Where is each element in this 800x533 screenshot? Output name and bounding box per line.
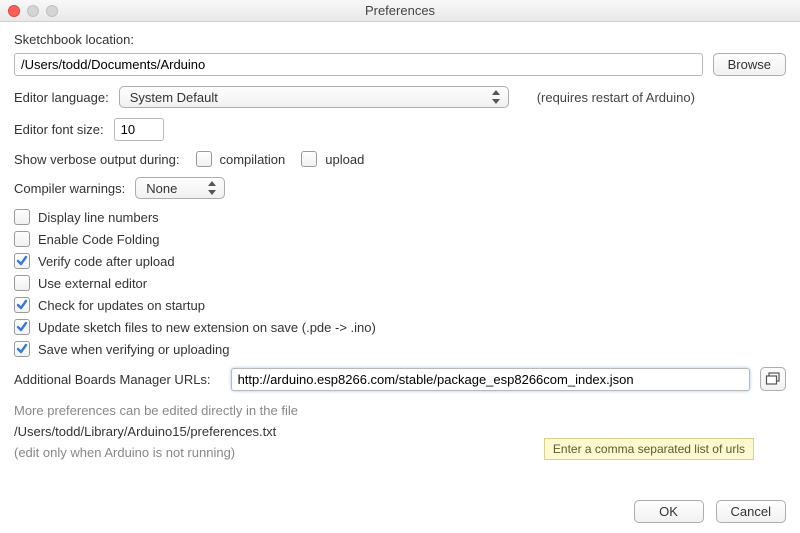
option-label: Update sketch files to new extension on …	[38, 320, 376, 335]
font-size-input[interactable]	[114, 118, 164, 141]
editor-language-selected: System Default	[130, 90, 218, 105]
editor-language-select[interactable]: System Default	[119, 86, 509, 108]
browse-button[interactable]: Browse	[713, 53, 786, 76]
sketchbook-location-input[interactable]	[14, 53, 703, 76]
option-checkbox[interactable]	[14, 231, 30, 247]
minimize-window-button	[27, 5, 39, 17]
zoom-window-button	[46, 5, 58, 17]
option-row: Display line numbers	[14, 209, 786, 225]
option-checkbox[interactable]	[14, 319, 30, 335]
boards-urls-input[interactable]	[231, 368, 750, 391]
option-label: Enable Code Folding	[38, 232, 159, 247]
option-row: Enable Code Folding	[14, 231, 786, 247]
boards-urls-expand-button[interactable]	[760, 367, 786, 391]
option-label: Save when verifying or uploading	[38, 342, 230, 357]
window-title: Preferences	[0, 3, 800, 18]
option-checkbox[interactable]	[14, 275, 30, 291]
font-size-label: Editor font size:	[14, 122, 104, 137]
option-label: Check for updates on startup	[38, 298, 205, 313]
compiler-warnings-selected: None	[146, 181, 177, 196]
verbose-label: Show verbose output during:	[14, 152, 180, 167]
ok-button[interactable]: OK	[634, 500, 704, 523]
option-label: Verify code after upload	[38, 254, 175, 269]
option-label: Display line numbers	[38, 210, 159, 225]
option-row: Use external editor	[14, 275, 786, 291]
compiler-warnings-select[interactable]: None	[135, 177, 225, 199]
option-row: Verify code after upload	[14, 253, 786, 269]
traffic-lights	[8, 5, 58, 17]
verbose-compilation-label: compilation	[220, 152, 286, 167]
cancel-button[interactable]: Cancel	[716, 500, 786, 523]
option-row: Save when verifying or uploading	[14, 341, 786, 357]
editor-language-hint: (requires restart of Arduino)	[537, 90, 695, 105]
window-stack-icon	[765, 372, 781, 386]
close-window-button[interactable]	[8, 5, 20, 17]
boards-urls-label: Additional Boards Manager URLs:	[14, 372, 211, 387]
option-row: Update sketch files to new extension on …	[14, 319, 786, 335]
verbose-compilation-checkbox[interactable]	[196, 151, 212, 167]
option-checkbox[interactable]	[14, 341, 30, 357]
option-label: Use external editor	[38, 276, 147, 291]
more-prefs-line1: More preferences can be edited directly …	[14, 401, 786, 422]
option-checkbox[interactable]	[14, 253, 30, 269]
option-checkbox[interactable]	[14, 209, 30, 225]
updown-icon	[206, 180, 218, 196]
compiler-warnings-label: Compiler warnings:	[14, 181, 125, 196]
editor-language-label: Editor language:	[14, 90, 109, 105]
updown-icon	[490, 89, 502, 105]
verbose-upload-label: upload	[325, 152, 364, 167]
boards-urls-tooltip: Enter a comma separated list of urls	[544, 438, 754, 460]
verbose-upload-checkbox[interactable]	[301, 151, 317, 167]
option-row: Check for updates on startup	[14, 297, 786, 313]
option-checkbox[interactable]	[14, 297, 30, 313]
titlebar: Preferences	[0, 0, 800, 22]
sketchbook-location-label: Sketchbook location:	[14, 32, 776, 47]
